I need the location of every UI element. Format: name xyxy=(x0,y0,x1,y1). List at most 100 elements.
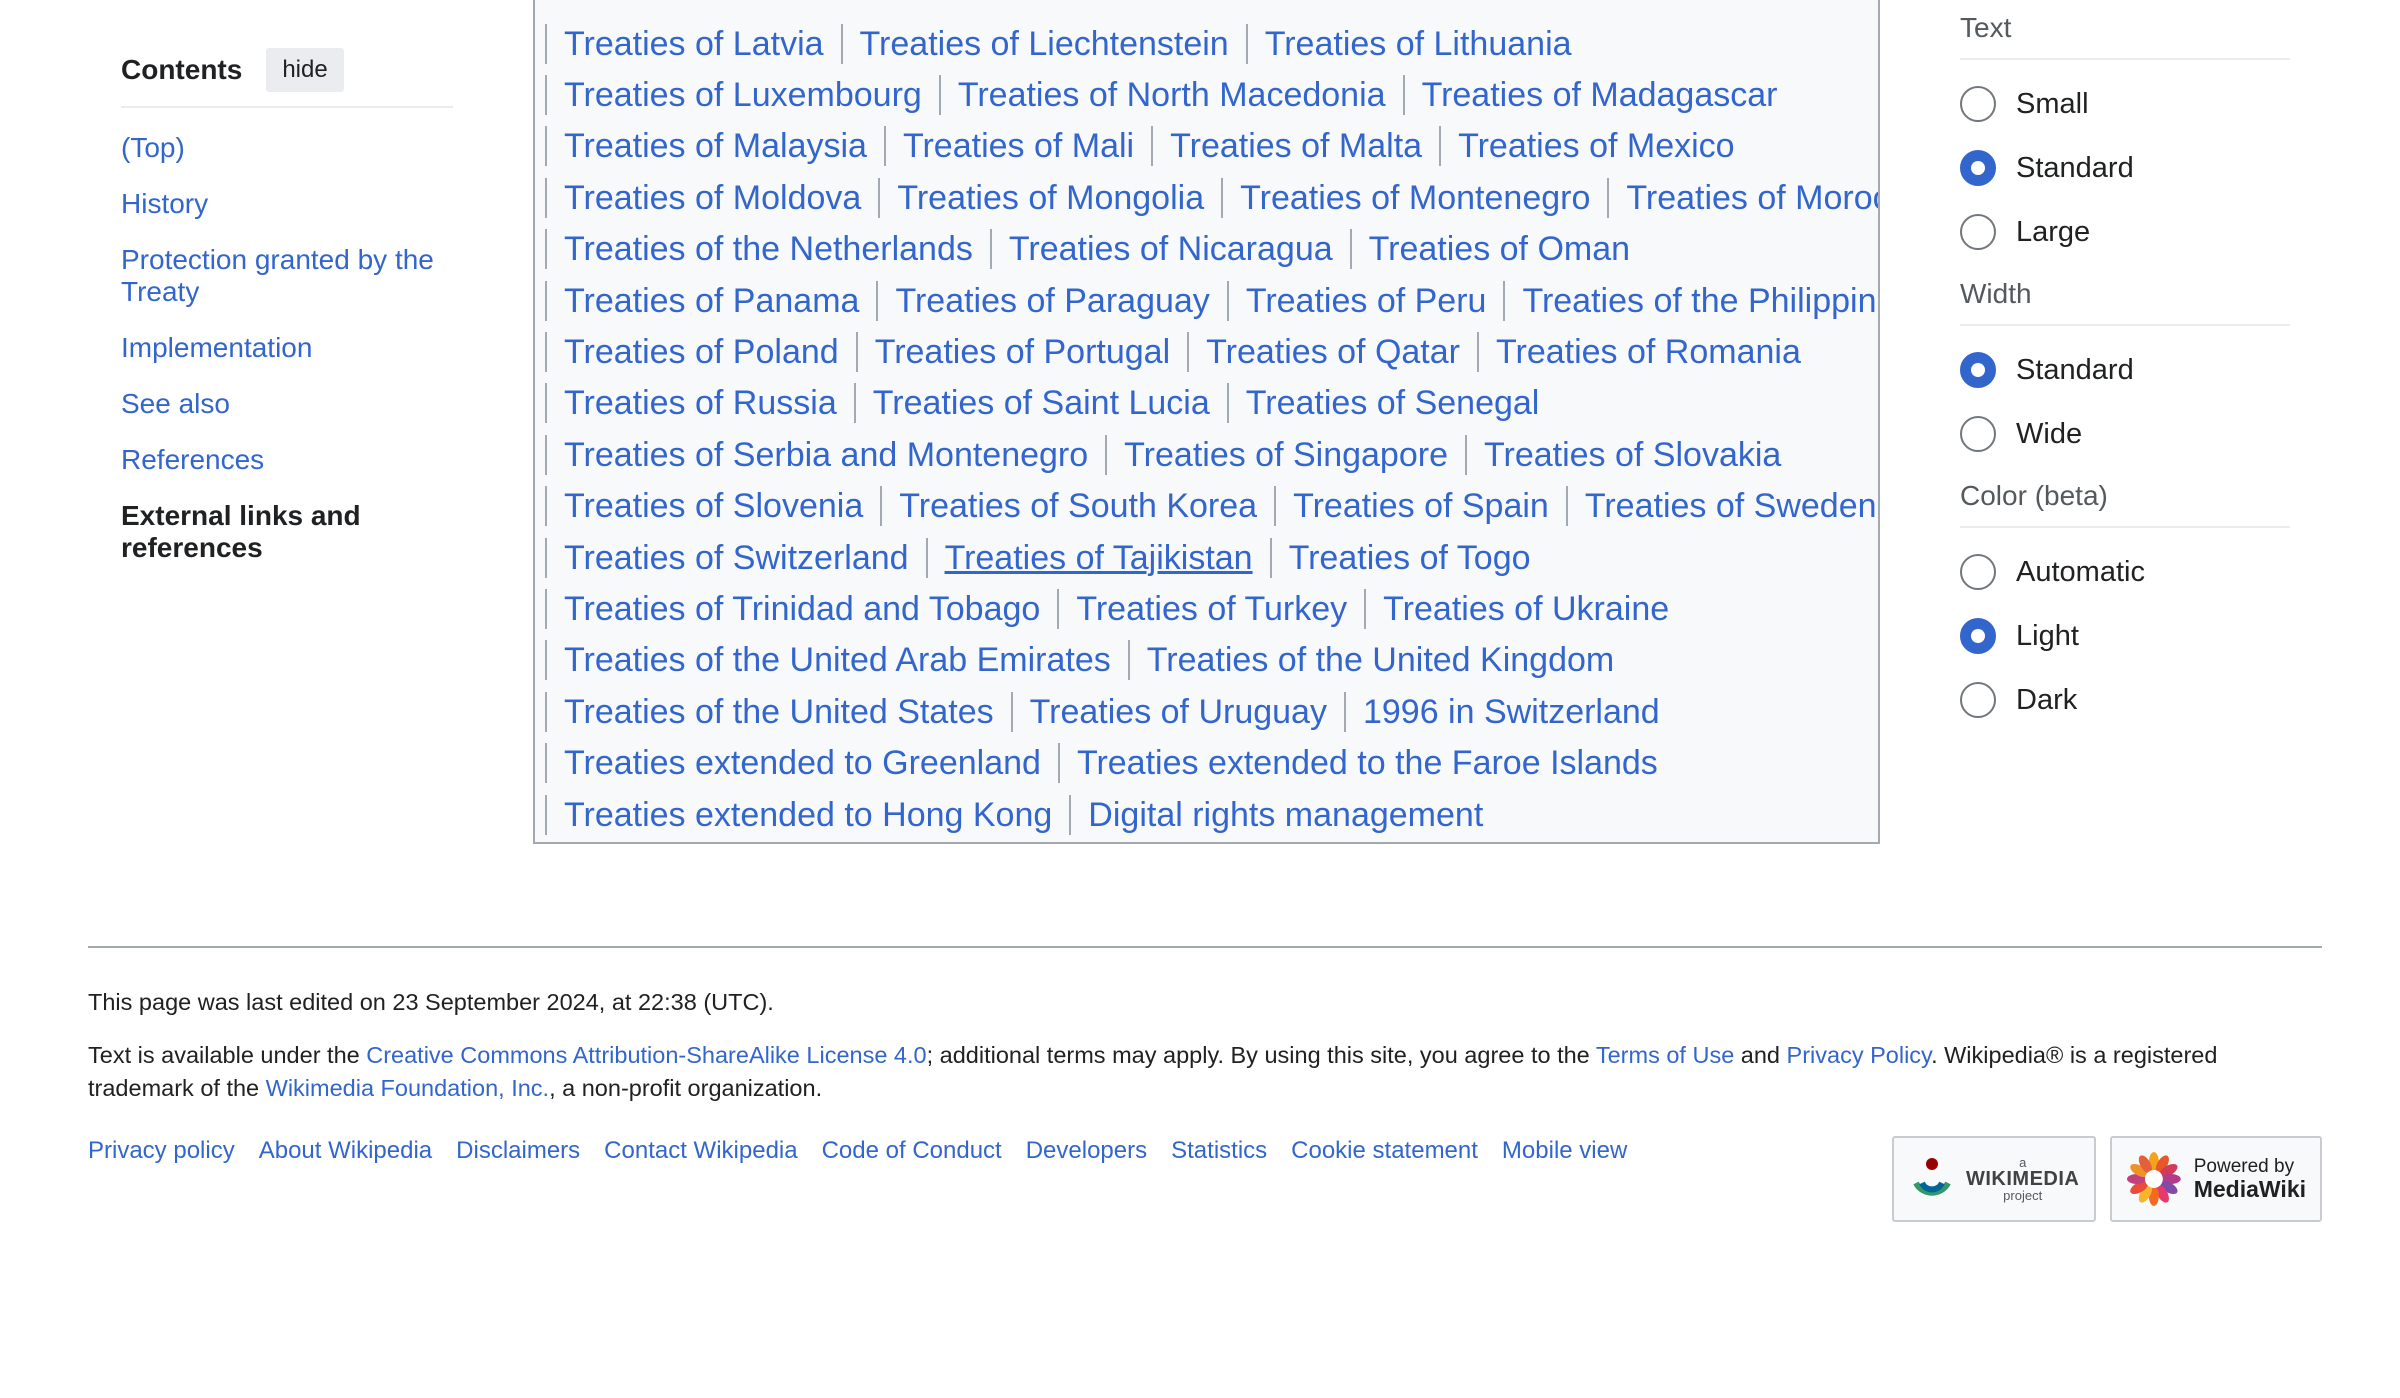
category-link-treaties-of-togo[interactable]: Treaties of Togo xyxy=(1269,537,1548,578)
toc-item-external-links[interactable]: External links and references xyxy=(121,500,453,564)
wikimedia-project-badge[interactable]: a WIKIMEDIA project xyxy=(1892,1136,2096,1222)
toc-item-top[interactable]: (Top) xyxy=(121,132,453,164)
category-link-treaties-of-switzerland[interactable]: Treaties of Switzerland xyxy=(545,537,926,578)
category-link-treaties-of-mongolia[interactable]: Treaties of Mongolia xyxy=(878,177,1221,218)
category-links-box: Treaties of Latvia Treaties of Liechtenst… xyxy=(533,0,1880,844)
category-link-treaties-of-saint-lucia[interactable]: Treaties of Saint Lucia xyxy=(853,383,1227,424)
category-link-treaties-of-luxembourg[interactable]: Treaties of Luxembourg xyxy=(545,75,939,116)
category-link-treaties-of-singapore[interactable]: Treaties of Singapore xyxy=(1105,434,1465,475)
radio-button[interactable] xyxy=(1960,214,1996,250)
cc-license-link[interactable]: Creative Commons Attribution-ShareAlike … xyxy=(366,1042,926,1068)
footer-link-disclaimers[interactable]: Disclaimers xyxy=(456,1137,580,1165)
privacy-policy-link[interactable]: Privacy Policy xyxy=(1787,1042,1932,1068)
footer-link-statistics[interactable]: Statistics xyxy=(1171,1137,1267,1165)
toc-item-implementation[interactable]: Implementation xyxy=(121,332,453,364)
mediawiki-badge-small: Powered by xyxy=(2193,1155,2295,1177)
category-link-treaties-of-ukraine[interactable]: Treaties of Ukraine xyxy=(1364,588,1686,629)
category-link-treaties-of-north-macedonia[interactable]: Treaties of North Macedonia xyxy=(938,75,1403,116)
category-link-treaties-of-montenegro[interactable]: Treaties of Montenegro xyxy=(1221,177,1607,218)
toc-hide-button[interactable]: hide xyxy=(266,48,344,92)
category-link-treaties-of-lithuania[interactable]: Treaties of Lithuania xyxy=(1245,23,1589,64)
category-link-treaties-of-sweden[interactable]: Treaties of Sweden xyxy=(1565,486,1878,527)
powered-by-mediawiki-badge[interactable]: Powered by MediaWiki xyxy=(2110,1136,2322,1222)
category-link-treaties-of-liechtenstein[interactable]: Treaties of Liechtenstein xyxy=(840,23,1246,64)
category-link-treaties-of-romania[interactable]: Treaties of Romania xyxy=(1476,332,1818,373)
category-link-1996-in-switzerland[interactable]: 1996 in Switzerland xyxy=(1343,691,1677,732)
toc-item-see-also[interactable]: See also xyxy=(121,388,453,420)
radio-button[interactable] xyxy=(1960,554,1996,590)
radio-option-width-standard[interactable]: Standard xyxy=(1960,350,2290,390)
category-link-treaties-of-panama[interactable]: Treaties of Panama xyxy=(545,280,876,321)
radio-button[interactable] xyxy=(1960,150,1996,186)
category-link-treaties-of-oman[interactable]: Treaties of Oman xyxy=(1349,229,1647,270)
toc-item-protection[interactable]: Protection granted by the Treaty xyxy=(121,244,453,308)
toc-item-history[interactable]: History xyxy=(121,188,453,220)
footer-link-about[interactable]: About Wikipedia xyxy=(259,1137,432,1165)
category-link-treaties-of-the-philippines[interactable]: Treaties of the Philippines xyxy=(1503,280,1878,321)
category-link-treaties-of-senegal[interactable]: Treaties of Senegal xyxy=(1226,383,1557,424)
category-link-treaties-of-peru[interactable]: Treaties of Peru xyxy=(1226,280,1504,321)
category-link-treaties-of-malaysia[interactable]: Treaties of Malaysia xyxy=(545,126,884,167)
category-link-treaties-of-morocco[interactable]: Treaties of Morocco xyxy=(1607,177,1878,218)
category-link-treaties-of-tajikistan[interactable]: Treaties of Tajikistan xyxy=(925,537,1270,578)
category-link-treaties-of-turkey[interactable]: Treaties of Turkey xyxy=(1057,588,1364,629)
category-link-treaties-of-spain[interactable]: Treaties of Spain xyxy=(1274,486,1566,527)
terms-of-use-link[interactable]: Terms of Use xyxy=(1596,1042,1734,1068)
radio-option-text-small[interactable]: Small xyxy=(1960,84,2290,124)
category-link-treaties-extended-to-greenland[interactable]: Treaties extended to Greenland xyxy=(545,743,1058,784)
category-link-treaties-of-latvia[interactable]: Treaties of Latvia xyxy=(545,23,841,64)
category-row: Treaties of the United Arab Emirates Trea… xyxy=(545,635,1878,686)
category-link-treaties-extended-to-hong-kong[interactable]: Treaties extended to Hong Kong xyxy=(545,794,1069,835)
radio-button[interactable] xyxy=(1960,416,1996,452)
radio-button[interactable] xyxy=(1960,618,1996,654)
footer-link-cookie-statement[interactable]: Cookie statement xyxy=(1291,1137,1478,1165)
mediawiki-sunflower-icon xyxy=(2126,1152,2181,1206)
radio-option-text-standard[interactable]: Standard xyxy=(1960,148,2290,188)
appearance-group-color-beta: Color (beta) Automatic Light Dark xyxy=(1960,480,2290,720)
category-link-treaties-of-nicaragua[interactable]: Treaties of Nicaragua xyxy=(989,229,1350,270)
category-link-treaties-of-serbia-and-montenegro[interactable]: Treaties of Serbia and Montenegro xyxy=(545,434,1105,475)
category-link-treaties-of-paraguay[interactable]: Treaties of Paraguay xyxy=(876,280,1226,321)
category-link-treaties-extended-to-the-faroe-islands[interactable]: Treaties extended to the Faroe Islands xyxy=(1057,743,1675,784)
category-link-treaties-of-portugal[interactable]: Treaties of Portugal xyxy=(855,332,1187,373)
wikimedia-badge-sub: project xyxy=(2003,1188,2043,1203)
footer-link-code-of-conduct[interactable]: Code of Conduct xyxy=(822,1137,1002,1165)
radio-option-color-beta-dark[interactable]: Dark xyxy=(1960,680,2290,720)
category-link-treaties-of-poland[interactable]: Treaties of Poland xyxy=(545,332,856,373)
toc-list: (Top) History Protection granted by the … xyxy=(121,132,453,564)
category-link-treaties-of-uruguay[interactable]: Treaties of Uruguay xyxy=(1010,691,1344,732)
radio-option-color-beta-automatic[interactable]: Automatic xyxy=(1960,552,2290,592)
category-link-treaties-of-mali[interactable]: Treaties of Mali xyxy=(883,126,1151,167)
category-link-treaties-of-the-netherlands[interactable]: Treaties of the Netherlands xyxy=(545,229,990,270)
category-link-treaties-of-madagascar[interactable]: Treaties of Madagascar xyxy=(1402,75,1795,116)
radio-label: Automatic xyxy=(2016,555,2145,588)
radio-option-width-wide[interactable]: Wide xyxy=(1960,414,2290,454)
radio-option-color-beta-light[interactable]: Light xyxy=(1960,616,2290,656)
category-link-treaties-of-south-korea[interactable]: Treaties of South Korea xyxy=(880,486,1274,527)
footer-link-mobile-view[interactable]: Mobile view xyxy=(1502,1137,1627,1165)
category-row: Treaties of Panama Treaties of Paraguay Tr… xyxy=(545,275,1878,326)
category-link-treaties-of-mexico[interactable]: Treaties of Mexico xyxy=(1439,126,1752,167)
category-link-treaties-of-malta[interactable]: Treaties of Malta xyxy=(1151,126,1439,167)
category-link-digital-rights-management[interactable]: Digital rights management xyxy=(1069,794,1500,835)
category-link-treaties-of-slovenia[interactable]: Treaties of Slovenia xyxy=(545,486,880,527)
category-link-treaties-of-moldova[interactable]: Treaties of Moldova xyxy=(545,177,878,218)
footer-link-contact[interactable]: Contact Wikipedia xyxy=(604,1137,797,1165)
category-link-treaties-of-slovakia[interactable]: Treaties of Slovakia xyxy=(1465,434,1798,475)
radio-button[interactable] xyxy=(1960,86,1996,122)
radio-button[interactable] xyxy=(1960,682,1996,718)
category-link-treaties-of-the-united-arab-emirates[interactable]: Treaties of the United Arab Emirates xyxy=(545,640,1128,681)
mediawiki-badge-big: MediaWiki xyxy=(2193,1175,2306,1202)
radio-option-text-large[interactable]: Large xyxy=(1960,212,2290,252)
footer-link-privacy-policy[interactable]: Privacy policy xyxy=(88,1137,235,1165)
wikimedia-foundation-link[interactable]: Wikimedia Foundation, Inc. xyxy=(266,1075,549,1101)
category-link-treaties-of-russia[interactable]: Treaties of Russia xyxy=(545,383,854,424)
category-link-treaties-of-qatar[interactable]: Treaties of Qatar xyxy=(1187,332,1477,373)
toc-item-references[interactable]: References xyxy=(121,444,453,476)
radio-button[interactable] xyxy=(1960,352,1996,388)
category-link-treaties-of-the-united-states[interactable]: Treaties of the United States xyxy=(545,691,1011,732)
appearance-group-title: Text xyxy=(1960,12,2290,60)
category-link-treaties-of-trinidad-and-tobago[interactable]: Treaties of Trinidad and Tobago xyxy=(545,588,1057,629)
footer-link-developers[interactable]: Developers xyxy=(1026,1137,1147,1165)
category-link-treaties-of-the-united-kingdom[interactable]: Treaties of the United Kingdom xyxy=(1127,640,1631,681)
